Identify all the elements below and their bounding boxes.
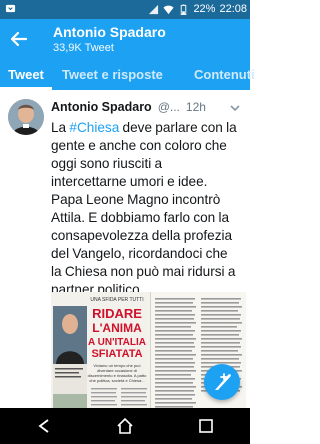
- svg-text:che politica, società e Chiesa: che politica, società e Chiesa...: [89, 378, 144, 383]
- recent-apps-icon[interactable]: [196, 416, 216, 436]
- chevron-down-icon[interactable]: [228, 101, 242, 115]
- battery-percent: 22%: [193, 3, 216, 15]
- tweet-line: oggi sono riusciti a: [51, 156, 163, 171]
- tweet-line: gente e anche con coloro che: [51, 138, 227, 153]
- tweet-line: del Vangelo, ricordandoci che: [51, 246, 228, 261]
- author-name[interactable]: Antonio Spadaro: [51, 100, 152, 114]
- tweet-line: intercettarne umori e idee.: [51, 174, 208, 189]
- tweet-count: 33,9K Tweet: [53, 42, 114, 54]
- media-kicker: UNA SFIDA PER TUTTI: [90, 297, 143, 303]
- page-title: Antonio Spadaro: [53, 24, 166, 40]
- author-handle: @...: [157, 100, 180, 114]
- author-row: Antonio Spadaro @... 12h: [51, 100, 206, 114]
- back-icon[interactable]: [34, 416, 54, 436]
- back-arrow-icon[interactable]: [9, 29, 29, 49]
- tweet[interactable]: Antonio Spadaro @... 12h La #Chiesa deve…: [0, 90, 250, 444]
- avatar-photo: [8, 99, 44, 135]
- app-bar: Antonio Spadaro 33,9K Tweet: [0, 19, 250, 61]
- tweet-line: La #Chiesa deve parlare con la: [51, 120, 237, 135]
- system-navigation-bar: [0, 408, 250, 444]
- tab-tweet[interactable]: Tweet: [8, 67, 44, 82]
- tweet-line: Papa Leone Magno incontrò: [51, 192, 221, 207]
- tab-contenuti[interactable]: Contenuti: [194, 67, 255, 82]
- clock: 22:08: [219, 3, 247, 15]
- wifi-icon: [163, 5, 174, 14]
- signal-icon: [149, 4, 159, 14]
- profile-tabs: Tweet Tweet e risposte Contenuti: [0, 61, 255, 90]
- feather-quill-icon: [215, 373, 231, 390]
- tab-tweet-e-risposte[interactable]: Tweet e risposte: [62, 67, 163, 82]
- tweet-text: La #Chiesa deve parlare con la gente e a…: [51, 119, 246, 299]
- notification-icon: [5, 4, 16, 13]
- tweet-time: 12h: [185, 100, 206, 114]
- media-headline-4: SFIATATA: [91, 348, 142, 360]
- avatar[interactable]: [8, 99, 44, 135]
- status-bar: 22% 22:08: [0, 0, 250, 19]
- app-bar-titles: Antonio Spadaro 33,9K Tweet: [53, 24, 166, 55]
- tweet-line: la Chiesa non può mai ridursi a: [51, 264, 236, 279]
- home-icon[interactable]: [115, 416, 135, 436]
- media-headline-2: L'ANIMA: [92, 321, 142, 335]
- media-headline-1: RIDARE: [92, 306, 142, 321]
- compose-tweet-button[interactable]: [204, 364, 240, 400]
- tweet-line: consapevolezza della profezia: [51, 228, 233, 243]
- tweet-line: Attila. E dobbiamo farlo con la: [51, 210, 230, 225]
- hashtag-link[interactable]: #Chiesa: [69, 120, 119, 135]
- battery-icon: [181, 3, 187, 15]
- media-headline-3: A UN'ITALIA: [88, 337, 146, 348]
